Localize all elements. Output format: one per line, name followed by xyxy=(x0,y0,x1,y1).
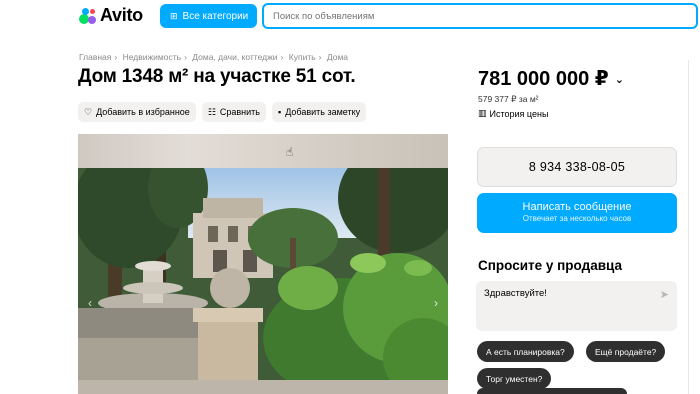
price: 781 000 000 ₽ ⌄ xyxy=(478,66,624,91)
house-photo-image xyxy=(78,168,448,380)
breadcrumb-item[interactable]: Дома, дачи, коттеджи xyxy=(192,52,277,62)
quick-question-chip[interactable]: Торг уместен? xyxy=(477,368,552,389)
note-icon: ▪ xyxy=(278,107,282,117)
grid-search-icon: ⊞ xyxy=(170,10,178,21)
chart-icon: ▥ xyxy=(478,108,487,118)
heart-icon: ♡ xyxy=(84,106,93,117)
send-icon[interactable]: ➤ xyxy=(660,288,669,301)
phone-number: 8 934 338-08-05 xyxy=(528,160,626,174)
quick-question-chip[interactable]: А есть планировка? xyxy=(477,341,574,362)
photo-gallery[interactable]: ‹ › xyxy=(78,134,448,394)
prev-photo-arrow-icon[interactable]: ‹ xyxy=(88,296,92,310)
compare-icon: ☷ xyxy=(207,106,216,117)
gallery-blur-top xyxy=(78,134,448,168)
breadcrumb-item[interactable]: Главная xyxy=(79,52,111,62)
page-title: Дом 1348 м² на участке 51 сот. xyxy=(78,66,356,87)
add-note-label: Добавить заметку xyxy=(285,107,361,117)
gallery-blur-bottom xyxy=(78,380,448,394)
write-message-label: Написать сообщение xyxy=(522,201,632,213)
compare-label: Сравнить xyxy=(219,107,260,117)
ask-seller-input[interactable]: Здравствуйте! ➤ xyxy=(476,281,677,331)
all-categories-label: Все категории xyxy=(182,10,249,22)
breadcrumb-item[interactable]: Дома xyxy=(327,52,348,62)
chevron-down-icon[interactable]: ⌄ xyxy=(615,74,624,86)
add-note-button[interactable]: ▪ Добавить заметку xyxy=(272,102,367,122)
search-bar[interactable] xyxy=(262,3,698,29)
response-time-label: Отвечает за несколько часов xyxy=(522,214,632,223)
house-photo[interactable]: ‹ › xyxy=(78,168,448,380)
ask-seller-message[interactable]: Здравствуйте! xyxy=(484,288,669,299)
add-to-favorites-label: Добавить в избранное xyxy=(96,107,190,117)
quick-question-chip[interactable]: Ещё продаёте? xyxy=(586,341,666,362)
write-message-button[interactable]: Написать сообщение Отвечает за несколько… xyxy=(477,193,677,233)
price-value: 781 000 000 ₽ xyxy=(478,68,609,90)
avito-logo[interactable]: Avito xyxy=(78,5,143,26)
breadcrumb-item[interactable]: Недвижимость xyxy=(123,52,181,62)
add-to-favorites-button[interactable]: ♡ Добавить в избранное xyxy=(78,102,196,122)
header: Avito ⊞ Все категории xyxy=(0,0,700,34)
page-divider xyxy=(688,60,689,394)
next-photo-arrow-icon[interactable]: › xyxy=(434,296,438,310)
all-categories-button[interactable]: ⊞ Все категории xyxy=(160,4,257,28)
logo-text: Avito xyxy=(100,5,143,25)
chip-label: Торг уместен? xyxy=(486,373,543,384)
ask-seller-title: Спросите у продавца xyxy=(478,258,622,273)
search-input[interactable] xyxy=(273,10,696,22)
breadcrumb: Главная › Недвижимость › Дома, дачи, котте… xyxy=(79,52,349,62)
price-history-link[interactable]: ▥ История цены xyxy=(478,108,548,119)
chip-label: А есть планировка? xyxy=(486,346,565,357)
logo-dots-icon xyxy=(78,6,98,26)
price-per-meter: 579 377 ₽ за м² xyxy=(478,94,539,104)
price-history-label: История цены xyxy=(489,108,549,119)
chip-label: Ещё продаёте? xyxy=(595,346,657,357)
mouse-cursor-icon: ☝ xyxy=(286,145,294,159)
breadcrumb-item[interactable]: Купить xyxy=(289,52,316,62)
quick-question-chip-partial[interactable] xyxy=(477,388,627,394)
compare-button[interactable]: ☷ Сравнить xyxy=(201,102,266,122)
listing-actions: ♡ Добавить в избранное ☷ Сравнить ▪ Доба… xyxy=(78,102,367,122)
show-phone-button[interactable]: 8 934 338-08-05 xyxy=(477,147,677,187)
